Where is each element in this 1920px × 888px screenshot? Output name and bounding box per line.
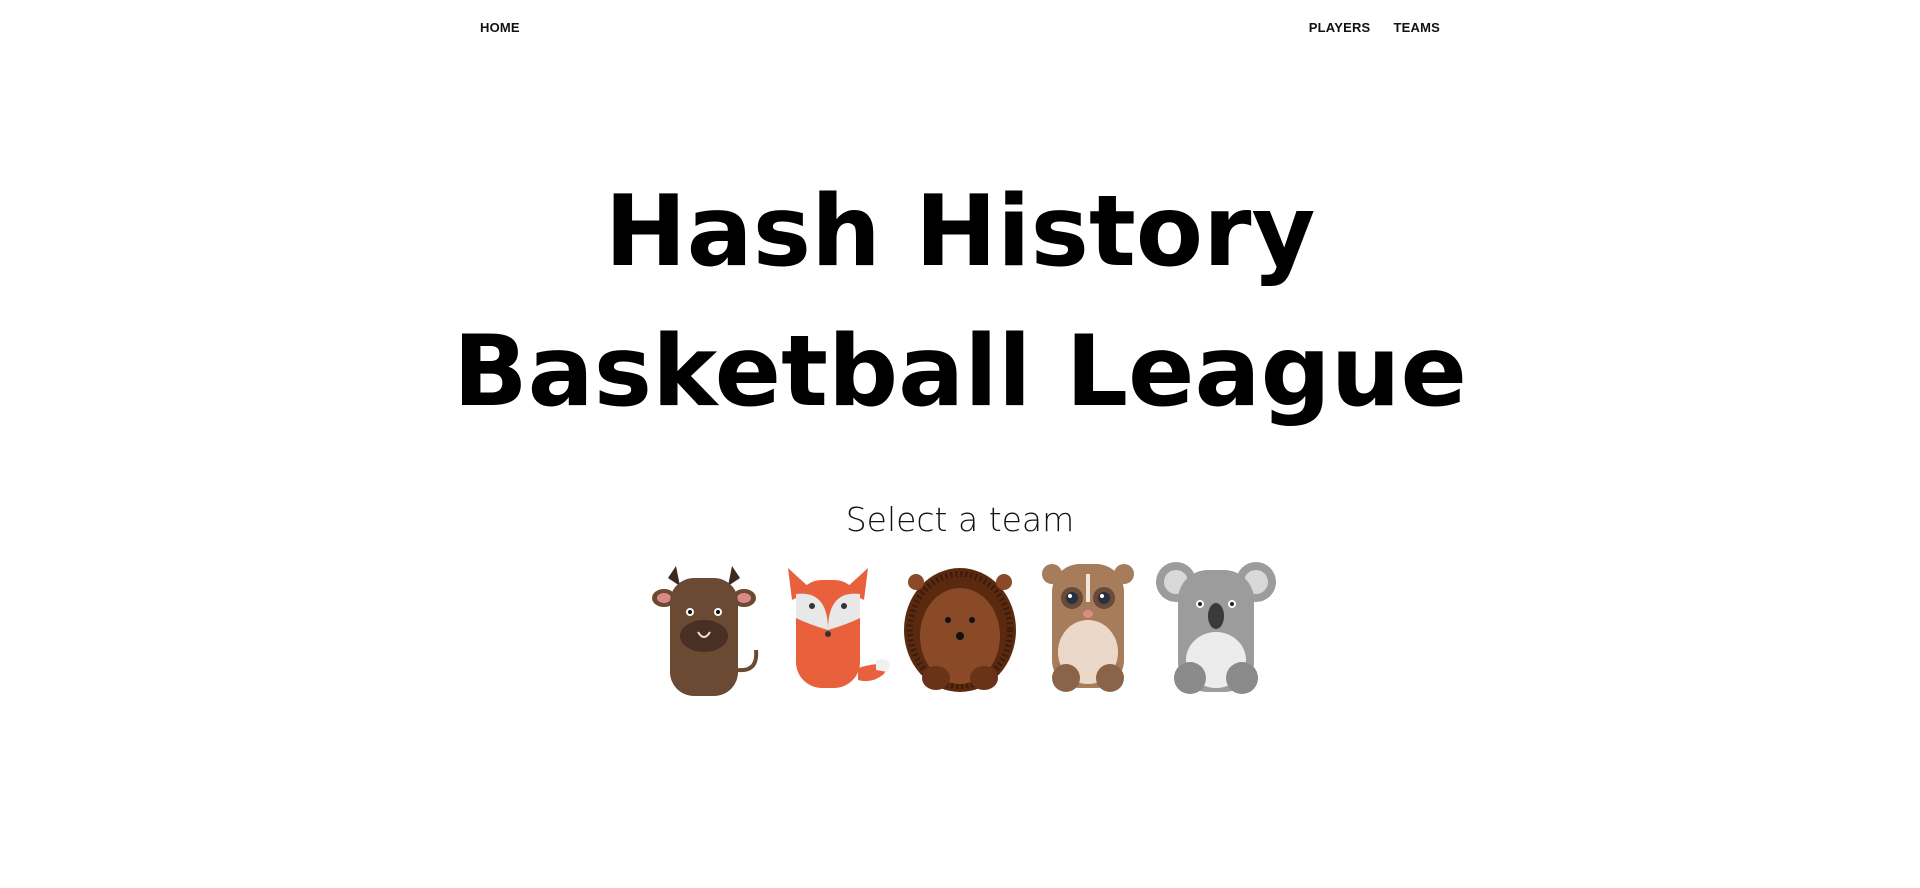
team-koala-button[interactable] xyxy=(1152,560,1280,698)
team-lemur-button[interactable] xyxy=(1024,560,1152,698)
page-title-line-1: Hash History xyxy=(604,175,1316,289)
hedgehog-icon xyxy=(904,568,1016,692)
team-fox-button[interactable] xyxy=(768,560,896,698)
koala-icon xyxy=(1156,562,1276,694)
nav-players-link[interactable]: PLAYERS xyxy=(1309,20,1371,35)
select-team-prompt: Select a team xyxy=(845,500,1075,539)
top-navigation: HOME PLAYERS TEAMS xyxy=(480,0,1440,56)
team-bull-button[interactable] xyxy=(640,560,768,698)
nav-right-group: PLAYERS TEAMS xyxy=(1291,0,1440,56)
page-title-line-2: Basketball League xyxy=(452,315,1468,429)
fox-icon xyxy=(788,568,890,688)
page-title: Hash History Basketball League xyxy=(0,162,1920,442)
team-hedgehog-button[interactable] xyxy=(896,560,1024,698)
lemur-icon xyxy=(1042,564,1134,692)
team-selector xyxy=(0,560,1920,698)
nav-home-link[interactable]: HOME xyxy=(480,20,520,35)
nav-teams-link[interactable]: TEAMS xyxy=(1394,20,1441,35)
bull-icon xyxy=(652,566,759,696)
